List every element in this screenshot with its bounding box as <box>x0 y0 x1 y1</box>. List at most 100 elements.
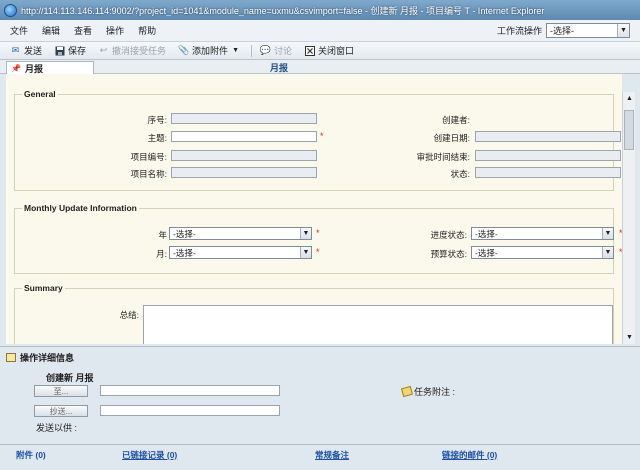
workflow-actions: 工作流操作 -选择- ▼ <box>497 23 630 38</box>
content-scrollbar[interactable]: ▲ ▼ <box>622 92 635 344</box>
chevron-down-icon: ▼ <box>300 228 311 239</box>
workflow-label: 工作流操作 <box>496 26 542 36</box>
window-title: http://114.113.146.114:9002/?project_id=… <box>21 5 545 16</box>
save-label: 保存 <box>68 46 87 56</box>
project-no-label: 项目编号: <box>130 152 167 162</box>
toolbar-divider <box>251 44 252 57</box>
form-content: General 序号: 主题: * 项目编号: 项目名称: 创建者: 创建日期:… <box>6 74 622 344</box>
workflow-select-value: -选择- <box>550 26 574 36</box>
discuss-button[interactable]: 💬 讨论 <box>260 44 292 57</box>
add-attachment-button[interactable]: 📎 添加附件 ▼ <box>178 44 239 57</box>
seq-field <box>171 113 317 124</box>
sticky-note-icon <box>401 385 413 398</box>
task-note: 任务附注 : <box>401 385 456 398</box>
general-section: General 序号: 主题: * 项目编号: 项目名称: 创建者: 创建日期:… <box>14 89 621 191</box>
summary-section: Summary 总结: <box>14 283 614 344</box>
project-name-field <box>171 167 317 178</box>
approval-end-label: 审批时间结束: <box>416 152 470 162</box>
window-titlebar: http://114.113.146.114:9002/?project_id=… <box>0 0 640 20</box>
progress-status-value: -选择- <box>475 228 498 239</box>
operation-details-title: 操作详细信息 <box>20 353 75 363</box>
close-window-label: 关闭窗口 <box>318 46 355 56</box>
month-select-value: -选择- <box>173 247 196 258</box>
chat-bubble-icon: 💬 <box>259 45 272 55</box>
approval-end-field <box>475 150 621 161</box>
send-label: 发送 <box>24 46 43 56</box>
linked-emails-link[interactable]: 链接的邮件 (0) <box>442 449 497 461</box>
year-label: 年 <box>158 230 167 240</box>
to-button[interactable]: 至... <box>34 385 88 397</box>
required-mark: * <box>316 247 320 257</box>
cc-input[interactable] <box>100 405 280 416</box>
budget-status-value: -选择- <box>475 247 498 258</box>
linked-records-link[interactable]: 已链接记录 (0) <box>122 449 177 461</box>
send-icon: ✉ <box>11 45 20 55</box>
send-button[interactable]: ✉ 发送 <box>10 44 42 57</box>
close-window-icon <box>304 45 315 56</box>
month-select[interactable]: -选择- ▼ <box>169 246 312 259</box>
monthly-update-legend: Monthly Update Information <box>22 203 139 213</box>
created-date-label: 创建日期: <box>433 133 470 143</box>
monthly-update-section: Monthly Update Information 年 -选择- ▼ * 月:… <box>14 203 622 274</box>
summary-textarea[interactable] <box>143 305 613 344</box>
menu-help[interactable]: 帮助 <box>138 24 156 37</box>
tab-monthly-report[interactable]: 📌 月报 <box>6 61 94 74</box>
attachments-link[interactable]: 附件 (0) <box>16 449 46 461</box>
subject-label: 主题: <box>147 133 167 143</box>
menu-file[interactable]: 文件 <box>10 24 28 37</box>
chevron-down-icon: ▼ <box>602 228 613 239</box>
subject-input[interactable] <box>171 131 317 142</box>
creator-label: 创建者: <box>442 115 470 125</box>
menu-bar: 文件 编辑 查看 操作 帮助 工作流操作 -选择- ▼ <box>0 20 640 42</box>
budget-status-select[interactable]: -选择- ▼ <box>471 246 614 259</box>
progress-status-select[interactable]: -选择- ▼ <box>471 227 614 240</box>
status-field <box>475 167 621 178</box>
created-date-field <box>475 131 621 142</box>
menu-view[interactable]: 查看 <box>74 24 92 37</box>
notepad-icon <box>6 353 16 362</box>
cc-button[interactable]: 抄送... <box>34 405 88 417</box>
chevron-down-icon: ▼ <box>602 247 613 258</box>
menu-edit[interactable]: 编辑 <box>42 24 60 37</box>
project-name-label: 项目名称: <box>130 169 167 179</box>
scroll-down-icon[interactable]: ▼ <box>623 331 636 344</box>
cancel-accept-task-label: 撤消接受任务 <box>112 46 167 56</box>
cancel-accept-task-button[interactable]: ↩ 撤消接受任务 <box>98 44 166 57</box>
required-mark: * <box>320 131 324 141</box>
discuss-label: 讨论 <box>274 46 293 56</box>
menu-action[interactable]: 操作 <box>106 24 124 37</box>
details-subtitle: 创建新 月报 <box>46 373 94 383</box>
year-select[interactable]: -选择- ▼ <box>169 227 312 240</box>
close-window-button[interactable]: 关闭窗口 <box>304 44 354 57</box>
undo-arrow-icon: ↩ <box>99 45 108 55</box>
chevron-down-icon: ▼ <box>617 24 629 37</box>
seq-label: 序号: <box>147 115 167 125</box>
add-attachment-label: 添加附件 <box>192 46 229 56</box>
project-no-field <box>171 150 317 161</box>
tab-strip: 📌 月报 月报 <box>0 60 640 74</box>
general-legend: General <box>22 89 58 99</box>
ie-logo-icon <box>4 3 17 17</box>
send-for-label: 发送以供 : <box>36 423 78 433</box>
paperclip-icon: 📎 <box>177 45 190 55</box>
month-label: 月: <box>156 249 167 259</box>
save-button[interactable]: 保存 <box>54 44 86 57</box>
chevron-down-icon: ▼ <box>300 247 311 258</box>
task-note-label: 任务附注 : <box>414 387 456 397</box>
year-select-value: -选择- <box>173 228 196 239</box>
pin-icon: 📌 <box>11 63 21 73</box>
scroll-up-icon[interactable]: ▲ <box>623 92 636 105</box>
operation-details-header: 操作详细信息 <box>6 351 74 364</box>
progress-status-label: 进度状态: <box>430 230 467 240</box>
scroll-thumb[interactable] <box>624 110 634 150</box>
tab-monthly-report-label: 月报 <box>24 63 43 74</box>
regular-notes-link[interactable]: 常规备注 <box>315 449 349 461</box>
form-title: 月报 <box>270 63 289 73</box>
summary-legend: Summary <box>22 283 65 293</box>
status-label: 状态: <box>450 169 470 179</box>
to-input[interactable] <box>100 385 280 396</box>
toolbar: ✉ 发送 保存 ↩ 撤消接受任务 📎 添加附件 ▼ 💬 讨论 关闭窗口 <box>0 42 640 60</box>
workflow-select[interactable]: -选择- ▼ <box>546 23 630 38</box>
budget-status-label: 预算状态: <box>430 249 467 259</box>
required-mark: * <box>316 228 320 238</box>
